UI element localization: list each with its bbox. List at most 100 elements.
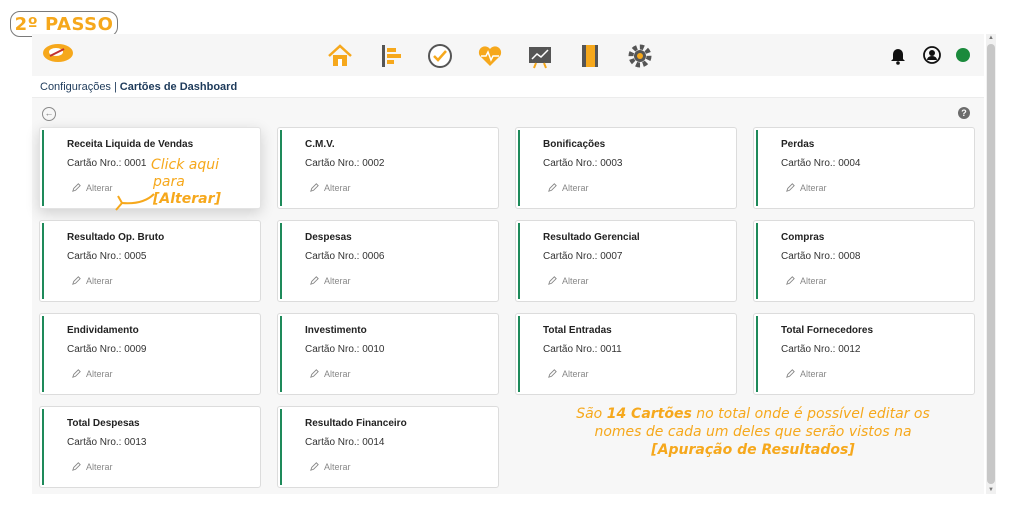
card-number: Cartão Nro.: 0013 bbox=[67, 437, 147, 448]
pencil-icon bbox=[72, 183, 81, 192]
chart-board-icon[interactable] bbox=[524, 40, 556, 72]
pencil-icon bbox=[310, 369, 319, 378]
alterar-button[interactable]: Alterar bbox=[309, 368, 351, 379]
scroll-down-icon[interactable]: ▼ bbox=[988, 487, 994, 493]
breadcrumb-separator: | bbox=[113, 81, 117, 93]
user-icon[interactable] bbox=[922, 45, 942, 65]
dashboard-card: Resultado Financeiro Cartão Nro.: 0014 Alt… bbox=[277, 406, 499, 488]
info-prefix: São bbox=[576, 406, 607, 422]
alterar-label: Alterar bbox=[86, 182, 113, 193]
alterar-button[interactable]: Alterar bbox=[547, 275, 589, 286]
dashboard-card: C.M.V. Cartão Nro.: 0002 Alterar bbox=[277, 127, 499, 209]
home-icon[interactable] bbox=[324, 40, 356, 72]
alterar-button[interactable]: Alterar bbox=[309, 275, 351, 286]
card-number: Cartão Nro.: 0012 bbox=[781, 344, 861, 355]
pencil-icon bbox=[310, 462, 319, 471]
alterar-label: Alterar bbox=[86, 368, 113, 379]
card-title: Receita Liquida de Vendas bbox=[67, 139, 194, 150]
card-accent-bar bbox=[756, 223, 758, 299]
back-arrow-icon[interactable]: ← bbox=[42, 107, 56, 121]
alterar-label: Alterar bbox=[86, 461, 113, 472]
alterar-button[interactable]: Alterar bbox=[71, 182, 113, 193]
pencil-icon bbox=[786, 183, 795, 192]
alterar-label: Alterar bbox=[324, 182, 351, 193]
alterar-button[interactable]: Alterar bbox=[71, 275, 113, 286]
card-accent-bar bbox=[42, 130, 44, 206]
dashboard-card: Compras Cartão Nro.: 0008 Alterar bbox=[753, 220, 975, 302]
pencil-icon bbox=[72, 369, 81, 378]
info-annotation: São 14 Cartões no total onde é possível … bbox=[560, 405, 946, 459]
breadcrumb-parent[interactable]: Configurações bbox=[40, 81, 111, 93]
bell-icon[interactable] bbox=[888, 45, 908, 65]
alterar-label: Alterar bbox=[800, 182, 827, 193]
alterar-button[interactable]: Alterar bbox=[309, 461, 351, 472]
breadcrumb: Configurações | Cartões de Dashboard bbox=[32, 76, 984, 98]
card-number: Cartão Nro.: 0006 bbox=[305, 251, 385, 262]
card-number: Cartão Nro.: 0009 bbox=[67, 344, 147, 355]
alterar-button[interactable]: Alterar bbox=[309, 182, 351, 193]
card-accent-bar bbox=[42, 316, 44, 392]
pointer-arrow-icon bbox=[115, 193, 155, 211]
alterar-button[interactable]: Alterar bbox=[785, 182, 827, 193]
card-accent-bar bbox=[280, 316, 282, 392]
check-circle-icon[interactable] bbox=[424, 40, 456, 72]
card-accent-bar bbox=[518, 223, 520, 299]
card-number: Cartão Nro.: 0011 bbox=[543, 344, 622, 355]
card-title: Resultado Op. Bruto bbox=[67, 232, 165, 243]
app-logo[interactable] bbox=[40, 40, 76, 64]
card-title: Investimento bbox=[305, 325, 367, 336]
card-number: Cartão Nro.: 0001 bbox=[67, 158, 147, 169]
alterar-label: Alterar bbox=[86, 275, 113, 286]
pencil-icon bbox=[72, 276, 81, 285]
dashboard-card: Total Fornecedores Cartão Nro.: 0012 Alter… bbox=[753, 313, 975, 395]
alterar-label: Alterar bbox=[324, 275, 351, 286]
card-accent-bar bbox=[280, 223, 282, 299]
timeline-icon[interactable] bbox=[374, 40, 406, 72]
top-navbar bbox=[32, 34, 984, 76]
pencil-icon bbox=[72, 462, 81, 471]
scrollbar-thumb[interactable] bbox=[987, 44, 995, 484]
pencil-icon bbox=[786, 369, 795, 378]
alterar-label: Alterar bbox=[800, 368, 827, 379]
alterar-button[interactable]: Alterar bbox=[785, 275, 827, 286]
dashboard-card: Total Entradas Cartão Nro.: 0011 Alterar bbox=[515, 313, 737, 395]
dashboard-card: Perdas Cartão Nro.: 0004 Alterar bbox=[753, 127, 975, 209]
card-title: Endividamento bbox=[67, 325, 139, 336]
breadcrumb-current: Cartões de Dashboard bbox=[119, 81, 238, 93]
info-final: [Apuração de Resultados] bbox=[651, 442, 855, 458]
card-title: Total Despesas bbox=[67, 418, 140, 429]
main-nav bbox=[324, 40, 656, 72]
card-accent-bar bbox=[756, 130, 758, 206]
card-number: Cartão Nro.: 0004 bbox=[781, 158, 861, 169]
help-icon[interactable]: ? bbox=[958, 107, 970, 119]
alterar-button[interactable]: Alterar bbox=[547, 368, 589, 379]
card-title: Despesas bbox=[305, 232, 352, 243]
card-number: Cartão Nro.: 0008 bbox=[781, 251, 861, 262]
dashboard-card: Endividamento Cartão Nro.: 0009 Alterar bbox=[39, 313, 261, 395]
settings-gear-icon[interactable] bbox=[624, 40, 656, 72]
alterar-button[interactable]: Alterar bbox=[71, 368, 113, 379]
card-number: Cartão Nro.: 0014 bbox=[305, 437, 385, 448]
alterar-button[interactable]: Alterar bbox=[547, 182, 589, 193]
pencil-icon bbox=[548, 183, 557, 192]
topbar-right bbox=[888, 45, 970, 65]
pencil-icon bbox=[310, 183, 319, 192]
card-accent-bar bbox=[280, 130, 282, 206]
alterar-label: Alterar bbox=[324, 368, 351, 379]
dashboard-card: Investimento Cartão Nro.: 0010 Alterar bbox=[277, 313, 499, 395]
notebook-icon[interactable] bbox=[574, 40, 606, 72]
alterar-label: Alterar bbox=[800, 275, 827, 286]
card-number: Cartão Nro.: 0007 bbox=[543, 251, 623, 262]
dashboard-card: Bonificações Cartão Nro.: 0003 Alterar bbox=[515, 127, 737, 209]
card-accent-bar bbox=[756, 316, 758, 392]
dashboard-card: Total Despesas Cartão Nro.: 0013 Alterar bbox=[39, 406, 261, 488]
scroll-up-icon[interactable]: ▲ bbox=[988, 35, 994, 41]
alterar-button[interactable]: Alterar bbox=[785, 368, 827, 379]
heart-pulse-icon[interactable] bbox=[474, 40, 506, 72]
card-title: C.M.V. bbox=[305, 139, 335, 150]
scrollbar[interactable]: ▲ ▼ bbox=[986, 34, 996, 494]
dashboard-card: Despesas Cartão Nro.: 0006 Alterar bbox=[277, 220, 499, 302]
alterar-button[interactable]: Alterar bbox=[71, 461, 113, 472]
annotation-line-2: para [Alterar] bbox=[151, 174, 251, 208]
alterar-label: Alterar bbox=[562, 368, 589, 379]
